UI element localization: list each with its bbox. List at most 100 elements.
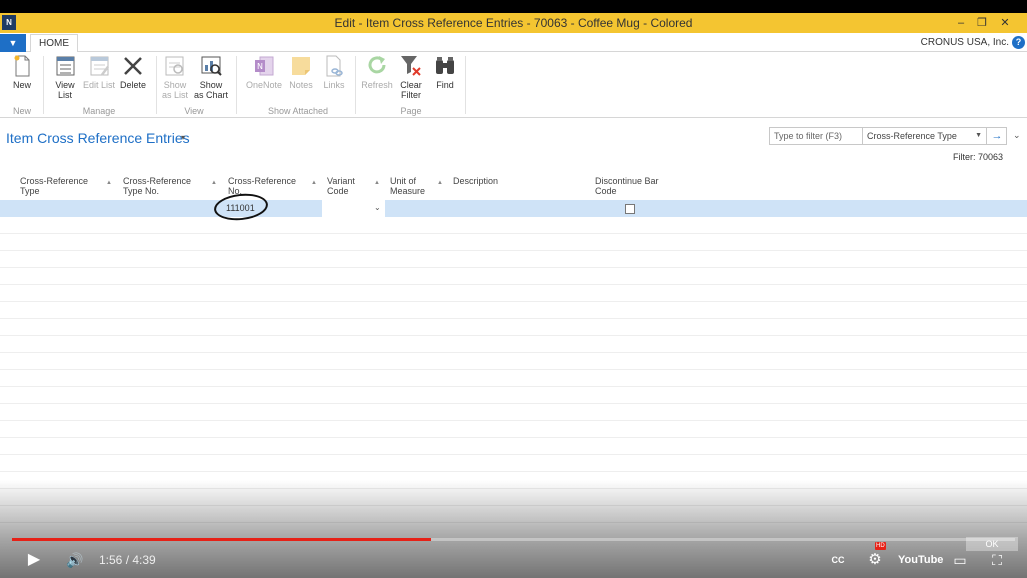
- filter-label: Filter: 70063: [952, 152, 1003, 162]
- new-button-label: New: [12, 80, 31, 90]
- restore-button[interactable]: ❐: [973, 15, 991, 31]
- table-row[interactable]: [0, 353, 1027, 370]
- settings-gear-icon[interactable]: ⚙ HD: [862, 542, 888, 572]
- filter-input[interactable]: [770, 128, 862, 144]
- close-button[interactable]: ✕: [996, 15, 1014, 31]
- edit-list-label: Edit List: [82, 80, 115, 90]
- group-label-manage: Manage: [82, 106, 116, 116]
- column-header-variant-code[interactable]: Variant Code: [327, 176, 367, 196]
- svg-text:N: N: [257, 62, 263, 71]
- hd-badge: HD: [875, 542, 886, 550]
- youtube-logo-icon[interactable]: YouTube: [898, 548, 943, 572]
- group-separator: [43, 56, 44, 114]
- find-label: Find: [436, 80, 454, 90]
- group-label-view: View: [184, 106, 204, 116]
- show-as-list-button[interactable]: Show as List: [158, 54, 192, 100]
- table-row[interactable]: [0, 421, 1027, 438]
- column-header-cross-reference-type[interactable]: Cross-Reference Type: [20, 176, 95, 196]
- window-title: Edit - Item Cross Reference Entries - 70…: [334, 16, 693, 30]
- chevron-down-icon[interactable]: ⌄: [374, 203, 381, 212]
- column-header-cross-reference-type-no[interactable]: Cross-Reference Type No.: [123, 176, 198, 196]
- show-as-list-icon: [165, 56, 184, 76]
- links-icon: [326, 55, 343, 77]
- show-as-list-label: Show as List: [161, 80, 188, 100]
- edit-list-button[interactable]: Edit List: [82, 54, 116, 90]
- app-logo-icon: N: [2, 15, 16, 30]
- app-frame: N Edit - Item Cross Reference Entries - …: [0, 0, 1027, 578]
- captions-icon[interactable]: CC: [828, 548, 848, 572]
- table-row[interactable]: [0, 438, 1027, 455]
- column-header-cross-reference-no[interactable]: Cross-Reference No.: [228, 176, 303, 196]
- notes-icon: [292, 57, 310, 75]
- refresh-icon: [368, 56, 386, 74]
- column-header-description[interactable]: Description: [453, 176, 573, 186]
- fullscreen-icon[interactable]: ⛶: [985, 548, 1009, 572]
- onenote-button[interactable]: N OneNote: [245, 54, 283, 90]
- links-button[interactable]: Links: [317, 54, 351, 90]
- clear-filter-label: Clear Filter: [400, 80, 422, 100]
- group-label-show-attached: Show Attached: [267, 106, 329, 116]
- clear-filter-icon: [401, 56, 421, 76]
- grid-header: Cross-Reference Type ▲ Cross-Reference T…: [0, 170, 1027, 200]
- view-list-button[interactable]: View List: [48, 54, 82, 100]
- column-header-unit-of-measure[interactable]: Unit of Measure: [390, 176, 432, 196]
- table-row[interactable]: ⌄ 111001: [0, 200, 1027, 217]
- expand-filter-chevron-icon[interactable]: ⌄: [1013, 130, 1021, 141]
- settings-gear-glyph: ⚙: [868, 551, 882, 568]
- video-progress-fill: [12, 538, 432, 541]
- video-progress-bar[interactable]: [12, 538, 1015, 541]
- group-separator: [236, 56, 237, 114]
- delete-button[interactable]: Delete: [116, 54, 150, 90]
- tab-home[interactable]: HOME: [30, 34, 78, 53]
- page-title-dropdown-icon[interactable]: ▾: [181, 133, 185, 142]
- notes-label: Notes: [289, 80, 313, 90]
- refresh-button[interactable]: Refresh: [360, 54, 394, 90]
- find-button[interactable]: Find: [428, 54, 462, 90]
- volume-icon[interactable]: 🔊: [62, 548, 88, 572]
- table-row[interactable]: [0, 404, 1027, 421]
- table-row[interactable]: [0, 285, 1027, 302]
- application-menu-button[interactable]: ▼: [0, 34, 26, 52]
- table-row[interactable]: [0, 387, 1027, 404]
- new-button[interactable]: New: [5, 54, 39, 90]
- table-row[interactable]: [0, 319, 1027, 336]
- column-header-discontinue-bar-code[interactable]: Discontinue Bar Code: [595, 176, 670, 196]
- ribbon-tab-row: ▼ HOME CRONUS USA, Inc. ?: [0, 33, 1027, 53]
- table-row[interactable]: [0, 234, 1027, 251]
- links-label: Links: [323, 80, 345, 90]
- table-row[interactable]: [0, 217, 1027, 234]
- group-label-page: Page: [400, 106, 422, 116]
- help-icon[interactable]: ?: [1012, 36, 1025, 49]
- video-time: 1:56 / 4:39: [99, 553, 156, 567]
- play-icon[interactable]: ▶: [22, 548, 46, 572]
- table-row[interactable]: [0, 302, 1027, 319]
- table-row[interactable]: [0, 268, 1027, 285]
- discontinue-bar-code-checkbox[interactable]: [625, 204, 635, 214]
- notes-button[interactable]: Notes: [284, 54, 318, 90]
- delete-button-label: Delete: [119, 80, 146, 90]
- video-top-border: [0, 0, 1027, 13]
- refresh-label: Refresh: [361, 80, 393, 90]
- sort-arrow-icon: ▲: [311, 180, 317, 186]
- onenote-icon: N: [255, 56, 274, 76]
- table-row[interactable]: [0, 251, 1027, 268]
- table-row[interactable]: [0, 455, 1027, 472]
- clear-filter-button[interactable]: Clear Filter: [394, 54, 428, 100]
- ribbon: New New View List Edit List Delete Manag…: [0, 52, 1027, 118]
- show-as-chart-label: Show as Chart: [194, 80, 229, 100]
- cast-icon[interactable]: ▭: [948, 548, 972, 572]
- company-name[interactable]: CRONUS USA, Inc.: [921, 37, 1009, 48]
- page-title[interactable]: Item Cross Reference Entries: [6, 130, 190, 146]
- apply-filter-arrow-icon[interactable]: →: [986, 128, 1007, 144]
- view-list-icon: [56, 56, 75, 76]
- group-separator: [156, 56, 157, 114]
- table-row[interactable]: [0, 370, 1027, 387]
- group-label-new: New: [12, 106, 31, 116]
- view-list-label: View List: [55, 80, 75, 100]
- show-as-chart-button[interactable]: Show as Chart: [194, 54, 228, 100]
- minimize-button[interactable]: –: [952, 15, 970, 31]
- sort-arrow-icon: ▲: [437, 180, 443, 186]
- filter-field-select[interactable]: Cross-Reference Type ▼: [862, 128, 986, 144]
- table-row[interactable]: [0, 336, 1027, 353]
- binoculars-icon: [436, 57, 454, 74]
